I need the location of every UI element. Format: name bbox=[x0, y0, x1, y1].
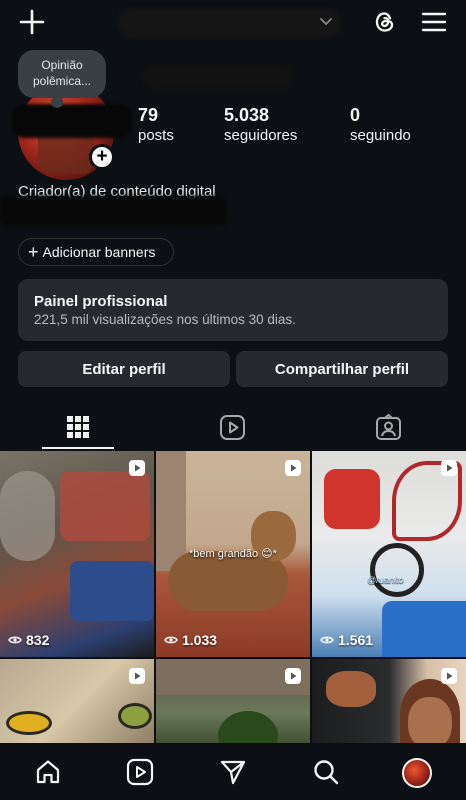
eye-icon bbox=[320, 636, 334, 644]
top-bar bbox=[0, 0, 466, 46]
reels-badge-icon bbox=[129, 460, 145, 476]
stat-followers-value: 5.038 bbox=[224, 105, 270, 125]
post-tile[interactable] bbox=[312, 659, 466, 743]
posts-grid: 832 *bem grandão 😊* 1.033 @ruanito 1.561 bbox=[0, 451, 466, 743]
tab-grid[interactable] bbox=[0, 404, 155, 450]
post-tile[interactable]: *bem grandão 😊* 1.033 bbox=[156, 451, 310, 657]
post-watermark: @ruanito bbox=[367, 575, 404, 585]
add-banners-button[interactable]: + Adicionar banners bbox=[18, 238, 174, 266]
post-tile[interactable] bbox=[0, 659, 154, 743]
profile-tabs bbox=[0, 404, 466, 450]
note-bubble[interactable]: Opinião polêmica... bbox=[18, 50, 106, 98]
stat-following-value: 0 bbox=[350, 105, 361, 125]
stat-following[interactable]: 0 seguindo bbox=[350, 104, 411, 146]
tab-reels[interactable] bbox=[155, 404, 310, 450]
view-count: 1.561 bbox=[320, 632, 373, 648]
post-tile[interactable] bbox=[156, 659, 310, 743]
post-tile[interactable]: @ruanito 1.561 bbox=[312, 451, 466, 657]
reels-badge-icon bbox=[285, 668, 301, 684]
plus-icon: + bbox=[28, 242, 39, 262]
share-profile-button[interactable]: Compartilhar perfil bbox=[236, 351, 448, 387]
eye-icon bbox=[8, 636, 22, 644]
reels-icon[interactable] bbox=[126, 758, 154, 786]
pro-dashboard-title: Painel profissional bbox=[34, 293, 168, 310]
stat-posts-value: 79 bbox=[138, 105, 159, 125]
bottom-navigation bbox=[0, 744, 466, 800]
view-count: 832 bbox=[8, 632, 49, 648]
add-banners-label: Adicionar banners bbox=[42, 244, 156, 260]
view-count: 1.033 bbox=[164, 632, 217, 648]
view-count-label: 1.561 bbox=[338, 632, 374, 648]
direct-icon[interactable] bbox=[219, 758, 247, 786]
stat-posts[interactable]: 79 posts bbox=[138, 104, 174, 146]
note-bubble-tail bbox=[51, 96, 63, 108]
post-caption: *bem grandão 😊* bbox=[189, 548, 277, 560]
reels-badge-icon bbox=[441, 668, 457, 684]
professional-dashboard[interactable]: Painel profissional 221,5 mil visualizaç… bbox=[18, 279, 448, 341]
pro-dashboard-subtitle: 221,5 mil visualizações nos últimos 30 d… bbox=[34, 312, 296, 327]
threads-icon[interactable] bbox=[371, 8, 399, 36]
chevron-down-icon[interactable] bbox=[318, 14, 334, 30]
stat-posts-label: posts bbox=[138, 127, 174, 144]
add-story-button[interactable]: + bbox=[89, 144, 115, 170]
username-redacted[interactable] bbox=[118, 8, 340, 38]
reels-badge-icon bbox=[285, 460, 301, 476]
tab-tagged[interactable] bbox=[311, 404, 466, 450]
reels-icon bbox=[220, 414, 245, 440]
stat-followers-label: seguidores bbox=[224, 127, 298, 144]
plus-icon[interactable] bbox=[18, 8, 46, 36]
stat-followers[interactable]: 5.038 seguidores bbox=[224, 104, 297, 146]
bio-redacted bbox=[0, 196, 226, 226]
eye-icon bbox=[164, 636, 178, 644]
view-count-label: 1.033 bbox=[182, 632, 218, 648]
view-count-label: 832 bbox=[26, 632, 50, 648]
edit-profile-button[interactable]: Editar perfil bbox=[18, 351, 230, 387]
display-name-redacted bbox=[142, 64, 292, 90]
home-icon[interactable] bbox=[34, 758, 62, 786]
reels-badge-icon bbox=[441, 460, 457, 476]
grid-icon bbox=[66, 416, 89, 438]
reels-badge-icon bbox=[129, 668, 145, 684]
profile-avatar-nav[interactable] bbox=[402, 758, 432, 788]
stat-following-label: seguindo bbox=[350, 127, 411, 144]
hamburger-menu-icon[interactable] bbox=[421, 9, 447, 35]
active-tab-indicator bbox=[42, 447, 114, 449]
search-icon[interactable] bbox=[312, 758, 340, 786]
post-tile[interactable]: 832 bbox=[0, 451, 154, 657]
avatar-redacted bbox=[12, 104, 132, 138]
tagged-icon bbox=[376, 413, 401, 440]
